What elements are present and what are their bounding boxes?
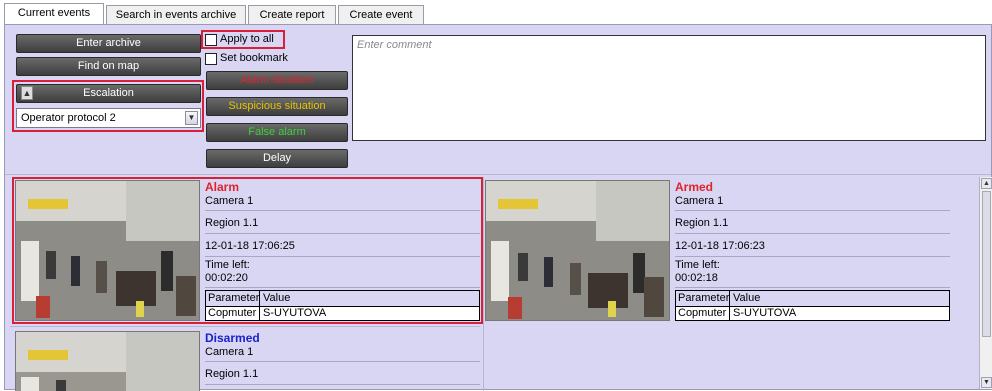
tab-create-event[interactable]: Create event bbox=[338, 5, 424, 24]
event-status: Alarm bbox=[205, 180, 240, 194]
tab-current-events[interactable]: Current events bbox=[4, 3, 104, 25]
parameter-cell: Copmuter bbox=[678, 307, 727, 319]
comment-placeholder: Enter comment bbox=[357, 39, 432, 51]
event-status: Disarmed bbox=[205, 331, 260, 345]
delay-button[interactable]: Delay bbox=[206, 149, 348, 168]
parameter-header: Parameter bbox=[678, 292, 730, 304]
event-card-armed[interactable]: Armed Camera 1 Region 1.1 12-01-18 17:06… bbox=[484, 179, 951, 322]
parameter-cell: Copmuter bbox=[208, 307, 257, 319]
panel-divider bbox=[5, 174, 991, 175]
event-time-left-label: Time left: bbox=[205, 259, 250, 271]
suspicious-situation-button[interactable]: Suspicious situation bbox=[206, 97, 348, 116]
event-card-alarm[interactable]: Alarm Camera 1 Region 1.1 12-01-18 17:06… bbox=[14, 179, 481, 322]
enter-archive-button[interactable]: Enter archive bbox=[16, 34, 201, 53]
parameter-table: Parameter Value Copmuter S-UYUTOVA bbox=[205, 290, 480, 321]
apply-to-all-label: Apply to all bbox=[220, 33, 274, 45]
escalation-button[interactable]: ▲ Escalation bbox=[16, 84, 201, 103]
event-datetime: 12-01-18 17:06:23 bbox=[675, 240, 765, 252]
value-cell: S-UYUTOVA bbox=[733, 307, 797, 319]
event-datetime: 12-01-18 17:06:25 bbox=[205, 240, 295, 252]
row-divider bbox=[10, 326, 480, 327]
tab-bar: Current events Search in events archive … bbox=[0, 0, 992, 25]
event-camera: Camera 1 bbox=[675, 195, 724, 207]
protocol-select-value: Operator protocol 2 bbox=[21, 112, 116, 124]
event-time-left: 00:02:18 bbox=[675, 272, 718, 284]
tab-search-archive[interactable]: Search in events archive bbox=[106, 5, 246, 24]
parameter-header: Parameter bbox=[208, 292, 260, 304]
event-list-scrollbar[interactable]: ▲ ▼ bbox=[979, 177, 992, 389]
alarm-situation-button[interactable]: Alarm situation bbox=[206, 71, 348, 90]
protocol-select[interactable]: Operator protocol 2 ▼ bbox=[16, 108, 201, 128]
divider bbox=[205, 361, 480, 362]
scroll-up-icon[interactable]: ▲ bbox=[981, 178, 992, 189]
find-on-map-button[interactable]: Find on map bbox=[16, 57, 201, 76]
event-status: Armed bbox=[675, 180, 714, 194]
false-alarm-button[interactable]: False alarm bbox=[206, 123, 348, 142]
chevron-up-double-icon: ▲ bbox=[21, 86, 33, 100]
set-bookmark-label: Set bookmark bbox=[220, 52, 288, 64]
tab-create-report[interactable]: Create report bbox=[248, 5, 336, 24]
camera-thumbnail[interactable] bbox=[485, 180, 670, 321]
column-divider bbox=[483, 177, 484, 391]
set-bookmark-checkbox[interactable] bbox=[205, 53, 217, 65]
camera-thumbnail[interactable] bbox=[15, 331, 200, 391]
divider bbox=[675, 287, 950, 288]
divider bbox=[205, 256, 480, 257]
event-time-left-label: Time left: bbox=[675, 259, 720, 271]
event-time-left: 00:02:20 bbox=[205, 272, 248, 284]
camera-thumbnail[interactable] bbox=[15, 180, 200, 321]
event-camera: Camera 1 bbox=[205, 195, 254, 207]
divider bbox=[675, 210, 950, 211]
event-region: Region 1.1 bbox=[205, 368, 259, 380]
divider bbox=[675, 256, 950, 257]
event-card-disarmed[interactable]: Disarmed Camera 1 Region 1.1 bbox=[14, 330, 481, 391]
scroll-thumb[interactable] bbox=[982, 191, 991, 337]
value-header: Value bbox=[733, 292, 761, 304]
event-camera: Camera 1 bbox=[205, 346, 254, 358]
divider bbox=[205, 384, 480, 385]
scroll-down-icon[interactable]: ▼ bbox=[981, 377, 992, 388]
event-region: Region 1.1 bbox=[205, 217, 259, 229]
divider bbox=[205, 287, 480, 288]
escalation-label: Escalation bbox=[83, 87, 134, 99]
divider bbox=[205, 210, 480, 211]
value-cell: S-UYUTOVA bbox=[263, 307, 327, 319]
parameter-table: Parameter Value Copmuter S-UYUTOVA bbox=[675, 290, 950, 321]
comment-field[interactable]: Enter comment bbox=[352, 35, 986, 141]
value-header: Value bbox=[263, 292, 291, 304]
apply-to-all-checkbox[interactable] bbox=[205, 34, 217, 46]
current-events-panel: Enter archive Find on map ▲ Escalation O… bbox=[4, 24, 992, 391]
divider bbox=[675, 233, 950, 234]
event-region: Region 1.1 bbox=[675, 217, 729, 229]
divider bbox=[205, 233, 480, 234]
chevron-down-icon: ▼ bbox=[185, 111, 198, 125]
